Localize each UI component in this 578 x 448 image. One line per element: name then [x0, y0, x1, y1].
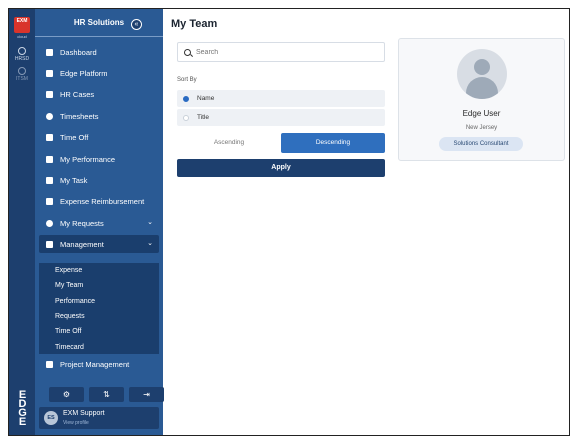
clock-icon	[46, 112, 53, 120]
avatar-head	[474, 59, 490, 75]
user-avatar-icon	[457, 49, 507, 99]
sidebar-item-label: Timesheets	[60, 111, 99, 121]
sort-by-label: Sort By	[177, 77, 197, 83]
apply-button[interactable]: Apply	[177, 159, 385, 177]
sidebar-item-my-requests[interactable]: My Requests ⌄	[39, 214, 159, 232]
member-location: New Jersey	[465, 125, 498, 131]
people-icon	[18, 47, 26, 55]
sidebar-brand: HR Solutions	[35, 9, 163, 37]
sidebar-item-dashboard[interactable]: Dashboard	[39, 43, 159, 61]
sidebar: HR Solutions Dashboard Edge Platform HR …	[35, 9, 164, 435]
switch-button[interactable]: ⇅	[89, 387, 124, 402]
globe-icon	[18, 67, 26, 75]
document-icon	[46, 197, 53, 205]
briefcase-icon	[46, 176, 53, 184]
search-field[interactable]	[177, 42, 385, 62]
logo-subtext: cloud	[17, 34, 27, 39]
sort-option-name[interactable]: Name	[177, 90, 385, 107]
sidebar-item-label: My Performance	[60, 154, 116, 164]
submenu-item-my-team[interactable]: My Team	[55, 282, 83, 289]
search-icon	[184, 48, 191, 56]
sidebar-item-management[interactable]: Management ⌄	[39, 235, 159, 253]
layers-icon	[46, 69, 53, 77]
document-icon	[46, 360, 53, 368]
logout-button[interactable]: ⇥	[129, 387, 164, 402]
sort-option-label: Title	[197, 114, 210, 121]
search-input[interactable]	[196, 48, 376, 56]
profile-name: EXM Support	[63, 410, 105, 417]
user-profile[interactable]: ES EXM Support View profile	[39, 407, 159, 429]
avatar: ES	[44, 411, 58, 425]
sidebar-item-label: Dashboard	[60, 47, 97, 57]
sidebar-item-label: Management	[60, 239, 104, 249]
sidebar-item-label: Time Off	[60, 132, 89, 142]
app-window: EXM cloud HRSD ITSM EDGE HR Solutions Da…	[8, 8, 570, 436]
ascending-button[interactable]: Ascending	[177, 133, 281, 153]
collapse-sidebar-button[interactable]: «	[131, 19, 142, 30]
sidebar-item-project-management[interactable]: Project Management	[39, 355, 159, 373]
logout-icon: ⇥	[143, 390, 150, 399]
sort-option-title[interactable]: Title	[177, 109, 385, 126]
exm-logo[interactable]: EXM	[14, 17, 30, 33]
switch-icon: ⇅	[103, 390, 110, 399]
submenu-item-timecard[interactable]: Timecard	[55, 344, 84, 351]
sidebar-item-label: Expense Reimbursement	[60, 196, 145, 206]
submenu-item-expense[interactable]: Expense	[55, 267, 82, 274]
radio-selected-icon	[183, 95, 189, 102]
avatar-body	[466, 77, 498, 99]
grid-icon	[46, 48, 53, 56]
page-title: My Team	[171, 18, 218, 30]
rail-app-hrsd[interactable]: HRSD	[9, 47, 35, 62]
sidebar-item-expense-reimbursement[interactable]: Expense Reimbursement	[39, 192, 159, 210]
sidebar-item-time-off[interactable]: Time Off	[39, 128, 159, 146]
chevron-down-icon: ⌄	[147, 219, 153, 226]
sidebar-item-edge-platform[interactable]: Edge Platform	[39, 64, 159, 82]
radio-unselected-icon	[183, 114, 189, 121]
sort-option-label: Name	[197, 95, 215, 102]
chevron-down-icon: ⌄	[147, 240, 153, 247]
sidebar-item-hr-cases[interactable]: HR Cases	[39, 85, 159, 103]
sidebar-item-my-performance[interactable]: My Performance	[39, 150, 159, 168]
rail-app-label: ITSM	[16, 76, 28, 82]
submenu-item-performance[interactable]: Performance	[55, 298, 95, 305]
user-circle-icon	[46, 219, 53, 227]
submenu-item-time-off[interactable]: Time Off	[55, 328, 81, 335]
sidebar-item-label: Edge Platform	[60, 68, 108, 78]
sidebar-item-label: My Task	[60, 175, 88, 185]
app-rail: EXM cloud HRSD ITSM EDGE	[9, 9, 35, 435]
document-icon	[46, 155, 53, 163]
team-member-card[interactable]: Edge User New Jersey Solutions Consultan…	[398, 38, 565, 161]
sidebar-item-label: Project Management	[60, 359, 130, 369]
view-profile-link[interactable]: View profile	[63, 420, 89, 426]
member-name: Edge User	[462, 109, 501, 118]
settings-button[interactable]: ⚙	[49, 387, 84, 402]
rail-app-label: HRSD	[14, 56, 30, 62]
edge-logo: EDGE	[18, 389, 27, 428]
gear-icon: ⚙	[62, 390, 71, 399]
submenu-item-requests[interactable]: Requests	[55, 313, 85, 320]
management-submenu: Expense My Team Performance Requests Tim…	[39, 263, 159, 354]
member-role-badge: Solutions Consultant	[439, 137, 523, 151]
sidebar-item-label: HR Cases	[60, 89, 95, 99]
logo-text: EXM	[16, 18, 28, 24]
calendar-icon	[46, 133, 53, 141]
book-icon	[46, 90, 53, 98]
sidebar-item-my-task[interactable]: My Task	[39, 171, 159, 189]
sidebar-item-timesheets[interactable]: Timesheets	[39, 107, 159, 125]
rail-app-itsm[interactable]: ITSM	[9, 67, 35, 82]
descending-button[interactable]: Descending	[281, 133, 385, 153]
sidebar-item-label: My Requests	[60, 218, 104, 228]
handshake-icon	[46, 240, 53, 248]
